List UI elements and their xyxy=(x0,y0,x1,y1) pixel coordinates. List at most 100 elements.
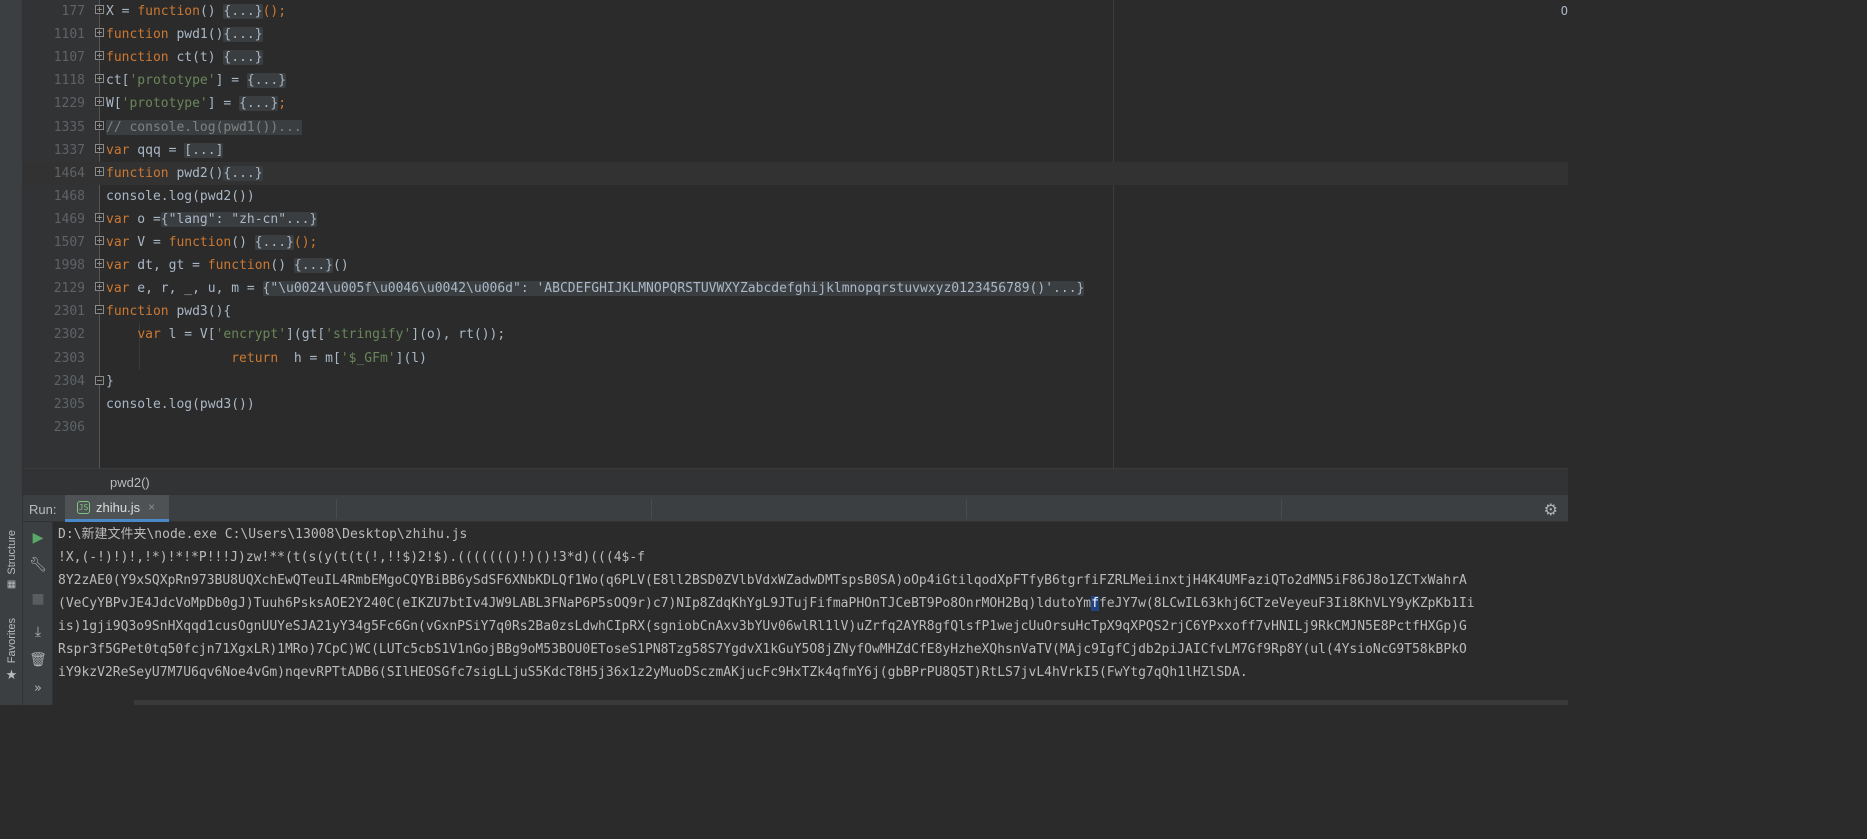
code-text: console.log(pwd3()) xyxy=(106,393,255,416)
expand-fold-icon[interactable] xyxy=(95,74,104,84)
code-text: function ct(t) {...} xyxy=(106,46,263,69)
code-text: var qqq = [...] xyxy=(106,139,224,162)
code-line[interactable]: 2129 var e, r, _, u, m = {"\u0024\u005f\u… xyxy=(23,277,1568,300)
folded-region[interactable]: {...} xyxy=(223,165,263,181)
line-number: 1335 xyxy=(53,119,85,135)
run-tab-zhihu[interactable]: JS zhihu.js × xyxy=(65,495,169,522)
folded-region[interactable]: {...} xyxy=(293,258,334,274)
code-editor[interactable]: 177 X = function() {...}(); 1101 function p… xyxy=(23,0,1568,468)
folded-region[interactable]: {...} xyxy=(223,27,263,43)
console-line: D:\新建文件夹\node.exe C:\Users\13008\Desktop… xyxy=(58,527,468,542)
folded-region[interactable]: [...] xyxy=(184,142,224,158)
breadcrumb-item-pwd2[interactable]: pwd2() xyxy=(110,475,150,490)
header-separator xyxy=(1281,499,1282,519)
left-tool-strip: Structure ▦ Favorites ★ xyxy=(0,0,23,705)
run-console-output[interactable]: D:\新建文件夹\node.exe C:\Users\13008\Desktop… xyxy=(54,522,1568,705)
folded-region[interactable]: {...} xyxy=(239,96,279,112)
favorites-tab-label: Favorites xyxy=(5,618,18,664)
code-line[interactable]: 1337 var qqq = [...] xyxy=(23,139,1568,162)
expand-fold-icon[interactable] xyxy=(95,143,104,153)
folded-region[interactable]: {...} xyxy=(223,4,263,19)
run-tool-window-header: Run: JS zhihu.js × ⚙ xyxy=(23,494,1568,522)
code-line[interactable]: 177 X = function() {...}(); xyxy=(23,0,1568,23)
code-line[interactable]: 1469 var o ={"lang": "zh-cn"...} xyxy=(23,208,1568,231)
folded-region[interactable]: {"\u0024\u005f\u0046\u0042\u006d": 'ABCD… xyxy=(262,281,1085,297)
header-separator xyxy=(336,499,337,519)
code-token: function xyxy=(106,27,169,43)
caret-highlight: f xyxy=(1091,596,1099,611)
trash-icon[interactable]: 🗑︎ xyxy=(29,651,47,669)
code-token: (); xyxy=(262,4,287,19)
code-token: function xyxy=(207,258,271,274)
horizontal-scrollbar[interactable] xyxy=(134,700,1568,705)
expand-fold-icon[interactable] xyxy=(95,28,104,38)
code-text: ct['prototype'] = {...} xyxy=(106,69,287,92)
expand-fold-icon[interactable] xyxy=(95,5,104,14)
code-line[interactable]: 1335 // console.log(pwd1())... xyxy=(23,116,1568,139)
expand-fold-icon[interactable] xyxy=(95,97,104,107)
expand-fold-icon[interactable] xyxy=(95,166,104,176)
folded-region[interactable]: // console.log(pwd1())... xyxy=(106,119,302,135)
rerun-icon[interactable]: ▶ xyxy=(29,529,47,547)
code-token: ] = xyxy=(207,96,240,112)
expand-fold-icon[interactable] xyxy=(95,259,104,269)
code-line[interactable]: 2302 var l = V['encrypt'](gt['stringify'… xyxy=(23,323,1568,347)
code-line[interactable]: 1101 function pwd1(){...} xyxy=(23,23,1568,46)
folded-region[interactable]: {"lang": "zh-cn"...} xyxy=(160,211,318,227)
code-token: dt, gt = xyxy=(129,258,208,274)
code-text: } xyxy=(106,370,114,393)
code-token: X = xyxy=(106,4,138,19)
close-icon[interactable]: × xyxy=(148,500,155,514)
code-line[interactable]: 2303 return h = m['$_GFm'](l) xyxy=(23,346,1568,370)
collapse-fold-icon[interactable] xyxy=(95,305,104,315)
line-number: 2305 xyxy=(53,396,85,412)
code-token: l = V[ xyxy=(160,327,216,343)
structure-tool-tab[interactable]: Structure ▦ xyxy=(2,530,21,590)
expand-fold-icon[interactable] xyxy=(95,120,104,130)
code-token: 'stringify' xyxy=(325,327,412,343)
code-token: qqq = xyxy=(129,142,185,158)
folded-region[interactable]: {...} xyxy=(246,73,287,89)
folded-region[interactable]: {...} xyxy=(223,50,263,66)
code-text: W['prototype'] = {...}; xyxy=(106,92,286,115)
expand-fold-icon[interactable] xyxy=(95,236,104,245)
code-token: ; xyxy=(278,96,287,112)
code-line[interactable]: 1118 ct['prototype'] = {...} xyxy=(23,69,1568,92)
code-line[interactable]: 2305 console.log(pwd3()) xyxy=(23,393,1568,416)
breadcrumb[interactable]: pwd2() xyxy=(23,468,1568,494)
code-line[interactable]: 1507 var V = function() {...}(); xyxy=(23,231,1568,254)
code-token: console.log(pwd3()) xyxy=(106,396,255,412)
code-token: var xyxy=(106,235,130,250)
expand-fold-icon[interactable] xyxy=(95,51,104,61)
code-line[interactable]: 1468 console.log(pwd2()) xyxy=(23,185,1568,208)
line-number: 1507 xyxy=(53,235,85,250)
expand-fold-icon[interactable] xyxy=(95,282,104,292)
code-token: 'prototype' xyxy=(129,73,216,89)
more-icon[interactable]: » xyxy=(29,680,47,698)
line-number: 1464 xyxy=(53,165,85,181)
code-line[interactable]: 1998 var dt, gt = function() {...}() xyxy=(23,254,1568,277)
code-token: ct[ xyxy=(106,73,130,89)
collapse-fold-icon[interactable] xyxy=(95,375,104,385)
code-line[interactable]: 1229 W['prototype'] = {...}; xyxy=(23,92,1568,115)
code-line[interactable]: 2304} xyxy=(23,370,1568,393)
code-token: () xyxy=(199,4,224,19)
stop-icon[interactable]: ■ xyxy=(29,590,47,608)
code-token: W[ xyxy=(106,96,122,112)
favorites-tool-tab[interactable]: Favorites ★ xyxy=(2,618,21,683)
scroll-to-end-icon[interactable]: ⤓ xyxy=(29,623,47,641)
code-line[interactable]: 1464 function pwd2(){...} xyxy=(23,161,1568,185)
folded-region[interactable]: {...} xyxy=(254,235,294,250)
code-line[interactable]: 2306 xyxy=(23,416,1568,439)
expand-fold-icon[interactable] xyxy=(95,212,104,222)
code-token: var xyxy=(106,211,130,227)
line-number: 2302 xyxy=(53,327,85,343)
code-line[interactable]: 2301 function pwd3(){ xyxy=(23,300,1568,323)
code-line[interactable]: 1107 function ct(t) {...} xyxy=(23,46,1568,69)
code-token: 'encrypt' xyxy=(215,327,287,343)
wrench-icon[interactable]: 🔧︎ xyxy=(29,556,47,574)
code-token: h = m[ xyxy=(278,350,341,366)
console-line: Rspr3f5GPet0tq50fcjn71XgxLR)1MRo)7CpC)WC… xyxy=(58,642,1467,657)
code-token: var xyxy=(106,281,130,297)
gear-icon[interactable]: ⚙ xyxy=(1544,500,1558,519)
